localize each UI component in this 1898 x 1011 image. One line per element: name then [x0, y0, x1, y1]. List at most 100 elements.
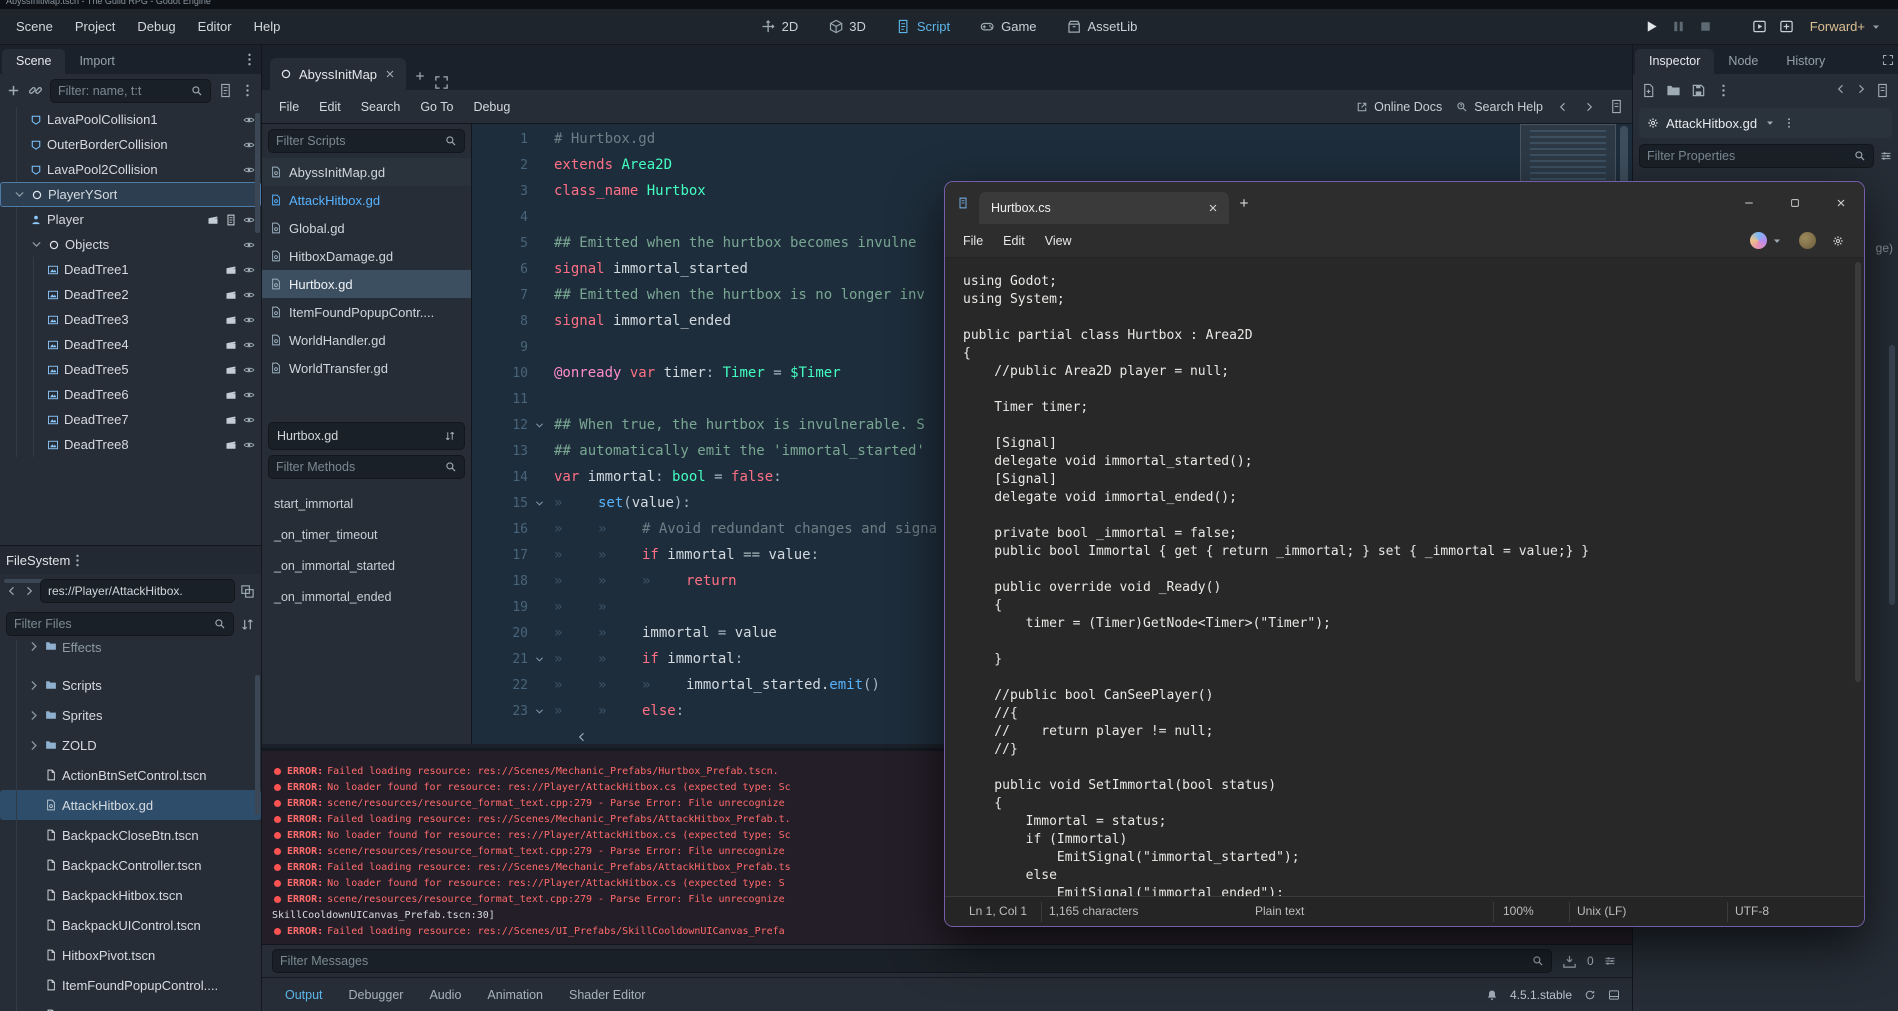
notepad-menu-file[interactable]: File [953, 230, 993, 252]
script-menu-search[interactable]: Search [352, 96, 410, 118]
copilot-button[interactable] [1750, 232, 1783, 249]
script-menu-go-to[interactable]: Go To [411, 96, 462, 118]
method-item-_on_immortal_started[interactable]: _on_immortal_started [262, 550, 471, 581]
fs-item-actionbtnsetcontrol-tscn[interactable]: ActionBtnSetControl.tscn [0, 760, 261, 790]
fs-item-menuuicanvas-tscn[interactable]: MenuUICanvas.tscn [0, 1000, 261, 1011]
menu-debug[interactable]: Debug [127, 14, 185, 39]
movie-icon[interactable] [225, 289, 237, 301]
folder-icon[interactable] [1666, 83, 1681, 98]
inspector-tab-node[interactable]: Node [1714, 49, 1772, 74]
script-item-hitboxdamage-gd[interactable]: HitboxDamage.gd [262, 242, 471, 270]
scene-node-deadtree1[interactable]: DeadTree1 [0, 257, 261, 282]
eye-icon[interactable] [243, 164, 255, 176]
menu-scene[interactable]: Scene [6, 14, 63, 39]
movie-icon[interactable] [225, 389, 237, 401]
scene-node-deadtree7[interactable]: DeadTree7 [0, 407, 261, 432]
fs-item-scripts[interactable]: Scripts [0, 670, 261, 700]
filesystem-filter[interactable] [6, 612, 234, 636]
notepad-minimize-button[interactable] [1726, 182, 1772, 224]
workspace-script[interactable]: Script [888, 15, 958, 38]
stop-icon[interactable] [1698, 19, 1713, 34]
chev-right-icon[interactable] [23, 585, 35, 597]
chev-left-icon[interactable] [1835, 83, 1847, 95]
filter-messages[interactable] [272, 949, 1552, 973]
expand-icon[interactable] [27, 739, 40, 752]
scene-node-deadtree2[interactable]: DeadTree2 [0, 282, 261, 307]
inspector-tab-history[interactable]: History [1772, 49, 1839, 74]
movie-icon[interactable] [225, 439, 237, 451]
fs-item-effects[interactable]: Effects [0, 640, 261, 670]
scene-dock-tab-import[interactable]: Import [65, 49, 128, 74]
bottom-tab-shader-editor[interactable]: Shader Editor [558, 983, 656, 1007]
expand-icon[interactable] [27, 679, 40, 692]
expand-icon[interactable] [434, 75, 449, 90]
sort-icon[interactable] [240, 617, 255, 632]
movie-icon[interactable] [225, 339, 237, 351]
inspected-object-selector[interactable]: AttackHitbox.gd [1639, 108, 1892, 138]
script-item-global-gd[interactable]: Global.gd [262, 214, 471, 242]
method-item-_on_immortal_ended[interactable]: _on_immortal_ended [262, 581, 471, 612]
dots-icon[interactable] [70, 553, 85, 568]
movie-icon[interactable] [225, 364, 237, 376]
fs-item-backpackcontroller-tscn[interactable]: BackpackController.tscn [0, 850, 261, 880]
script-item-worldhandler-gd[interactable]: WorldHandler.gd [262, 326, 471, 354]
expand-icon[interactable] [1882, 54, 1894, 66]
close-icon[interactable] [384, 68, 396, 80]
scene-node-lavapool2collision[interactable]: LavaPool2Collision [0, 157, 261, 182]
doc-icon[interactable] [1875, 83, 1890, 98]
filter-methods[interactable] [268, 455, 465, 479]
notepad-close-button[interactable] [1818, 182, 1864, 224]
tray-icon[interactable] [1562, 954, 1577, 969]
fold-icon[interactable] [528, 706, 550, 717]
fs-item-backpackuicontrol-tscn[interactable]: BackpackUIControl.tscn [0, 910, 261, 940]
online-docs-button[interactable]: Online Docs [1356, 100, 1442, 114]
workspace-game[interactable]: Game [972, 15, 1044, 38]
filesystem-vscrollbar[interactable] [255, 645, 260, 1011]
fs-item-itemfoundpopupcontrol-[interactable]: ItemFoundPopupControl.... [0, 970, 261, 1000]
filesystem-filter-input[interactable] [14, 617, 208, 631]
dots-icon[interactable] [242, 52, 257, 67]
chev-right-icon[interactable] [1855, 83, 1867, 95]
script-menu-debug[interactable]: Debug [464, 96, 519, 118]
filter-properties-input[interactable] [1647, 149, 1848, 163]
notepad-tab[interactable]: Hurtbox.cs [979, 192, 1229, 224]
account-avatar-icon[interactable] [1799, 232, 1816, 249]
sliders-icon[interactable] [1604, 955, 1616, 967]
bottom-tab-animation[interactable]: Animation [476, 983, 554, 1007]
movie-icon[interactable] [225, 264, 237, 276]
notepad-maximize-button[interactable] [1772, 182, 1818, 224]
menu-project[interactable]: Project [65, 14, 125, 39]
scene-filter[interactable] [50, 78, 211, 103]
workspace-assetlib[interactable]: AssetLib [1059, 15, 1146, 38]
script-item-hurtbox-gd[interactable]: Hurtbox.gd [262, 270, 471, 298]
dots-icon[interactable] [240, 83, 255, 98]
scene-tree-vscrollbar[interactable] [255, 111, 260, 541]
scene-node-lavapoolcollision1[interactable]: LavaPoolCollision1 [0, 107, 261, 132]
scene-node-objects[interactable]: Objects [0, 232, 261, 257]
eye-icon[interactable] [243, 139, 255, 151]
scene-filter-input[interactable] [58, 83, 185, 98]
script-item-worldtransfer-gd[interactable]: WorldTransfer.gd [262, 354, 471, 382]
movie-icon[interactable] [225, 314, 237, 326]
sliders-icon[interactable] [1880, 150, 1892, 162]
dots-icon[interactable] [1716, 83, 1731, 98]
notepad-titlebar[interactable]: Hurtbox.cs [945, 182, 1864, 224]
movie-icon[interactable] [225, 414, 237, 426]
scene-node-player[interactable]: Player [0, 207, 261, 232]
eye-icon[interactable] [243, 314, 255, 326]
movie-icon[interactable] [207, 214, 219, 226]
scene-node-deadtree8[interactable]: DeadTree8 [0, 432, 261, 457]
filter-properties[interactable] [1639, 144, 1874, 168]
fs-item-hitboxpivot-tscn[interactable]: HitboxPivot.tscn [0, 940, 261, 970]
chev-left-icon[interactable] [1557, 101, 1569, 113]
eye-icon[interactable] [243, 389, 255, 401]
dots-icon[interactable] [1783, 117, 1795, 129]
notepad-vscrollbar[interactable] [1855, 262, 1861, 682]
fs-item-backpackclosebtn-tscn[interactable]: BackpackCloseBtn.tscn [0, 820, 261, 850]
filter-messages-input[interactable] [280, 954, 1526, 968]
scene-node-deadtree4[interactable]: DeadTree4 [0, 332, 261, 357]
eye-icon[interactable] [243, 414, 255, 426]
scene-node-outerbordercollision[interactable]: OuterBorderCollision [0, 132, 261, 157]
sort-icon[interactable] [444, 430, 456, 442]
bottom-tab-output[interactable]: Output [274, 983, 334, 1007]
